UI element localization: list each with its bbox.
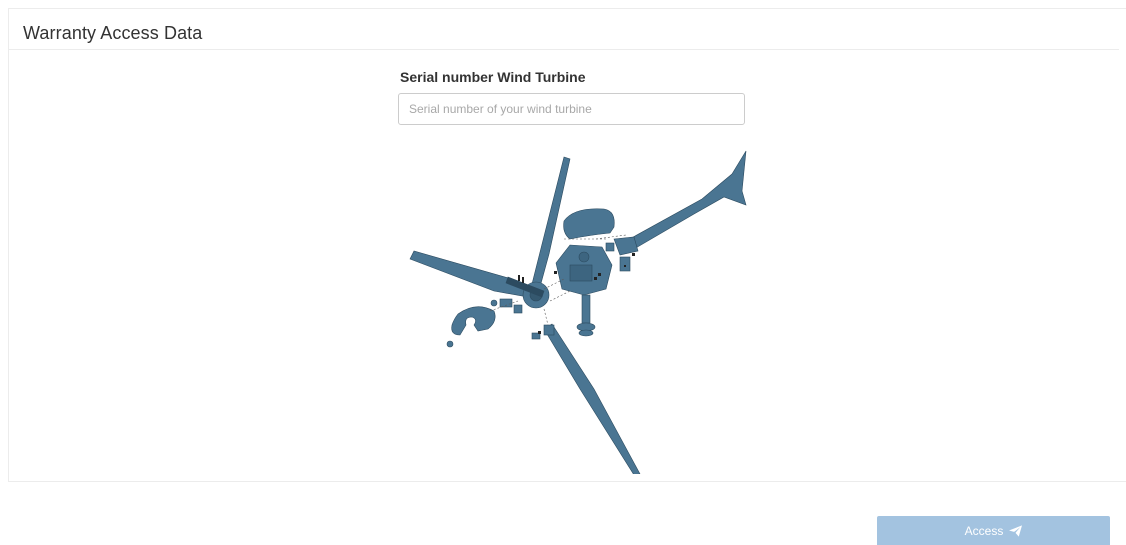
wind-turbine-illustration xyxy=(409,150,747,474)
access-button-label: Access xyxy=(964,523,1004,538)
serial-number-input[interactable] xyxy=(398,93,745,125)
paper-plane-icon xyxy=(1009,524,1023,537)
panel-title: Warranty Access Data xyxy=(23,23,203,43)
serial-number-label: Serial number Wind Turbine xyxy=(400,69,586,85)
warranty-panel: Warranty Access Data Serial number Wind … xyxy=(8,8,1126,482)
panel-header: Warranty Access Data xyxy=(9,9,1119,50)
access-button[interactable]: Access xyxy=(877,516,1110,545)
